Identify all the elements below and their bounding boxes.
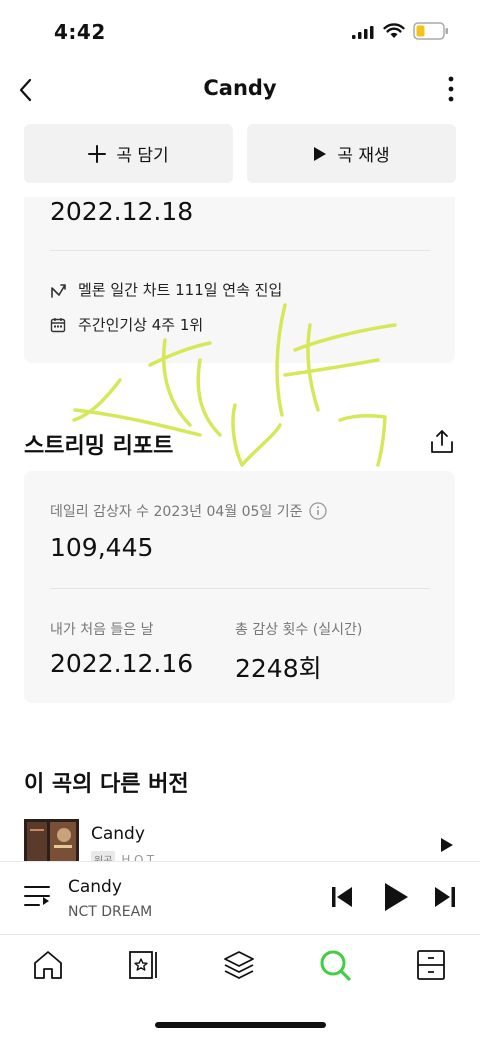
play-icon[interactable] xyxy=(383,882,409,912)
add-song-label: 곡 담기 xyxy=(116,146,169,166)
play-icon xyxy=(313,146,327,162)
daily-listeners-label: 데일리 감상자 수 2023년 04월 05일 기준 xyxy=(50,501,327,521)
nav-bar: Candy xyxy=(0,62,480,118)
streaming-report-title: 스트리밍 리포트 xyxy=(24,434,174,459)
more-options-icon[interactable] xyxy=(438,74,464,104)
chart-streak-row: 멜론 일간 차트 111일 연속 진입 xyxy=(50,279,282,300)
page-title: Candy xyxy=(203,76,277,100)
play-song-label: 곡 재생 xyxy=(337,146,390,166)
trend-arrow-icon xyxy=(50,281,68,299)
layers-icon[interactable] xyxy=(222,948,256,982)
first-listen-label: 내가 처음 들은 날 xyxy=(50,622,154,638)
tab-bar xyxy=(0,936,480,1006)
wifi-icon xyxy=(383,23,405,38)
now-playing-artist: NCT DREAM xyxy=(68,904,153,920)
battery-icon xyxy=(413,22,448,40)
search-icon[interactable] xyxy=(318,948,352,982)
divider xyxy=(50,588,430,589)
home-icon[interactable] xyxy=(31,948,65,982)
playlist-icon[interactable] xyxy=(24,884,50,908)
play-song-button[interactable]: 곡 재생 xyxy=(247,124,456,183)
version-artist: H.O.T. xyxy=(121,852,157,862)
share-icon[interactable] xyxy=(429,428,455,456)
song-info-card: 2022.12.18 멜론 일간 차트 111일 연속 진입 주간인기상 4주 … xyxy=(24,197,455,363)
version-subtitle: 원곡 H.O.T. xyxy=(91,851,157,861)
play-icon[interactable] xyxy=(440,837,454,853)
total-plays-label: 총 감상 횟수 (실시간) xyxy=(235,622,363,638)
album-art xyxy=(24,819,79,861)
total-plays-value: 2248회 xyxy=(235,654,322,683)
other-versions-title: 이 곡의 다른 버전 xyxy=(24,772,189,797)
daily-listeners-value: 109,445 xyxy=(50,533,154,562)
library-icon[interactable] xyxy=(127,948,161,982)
home-indicator xyxy=(155,1022,326,1028)
streaming-report-card: 데일리 감상자 수 2023년 04월 05일 기준 109,445 내가 처음… xyxy=(24,471,455,703)
add-song-button[interactable]: 곡 담기 xyxy=(24,124,233,183)
drawer-icon[interactable] xyxy=(414,948,448,982)
mini-player[interactable]: Candy NCT DREAM xyxy=(0,861,480,935)
release-date: 2022.12.18 xyxy=(50,197,194,226)
calendar-icon xyxy=(50,317,68,333)
original-badge: 원곡 xyxy=(91,851,116,861)
status-bar: 4:42 xyxy=(0,0,480,62)
daily-listeners-label-text: 데일리 감상자 수 2023년 04월 05일 기준 xyxy=(50,504,303,520)
plus-icon xyxy=(88,144,107,163)
status-time: 4:42 xyxy=(54,20,106,44)
divider xyxy=(50,250,430,251)
first-listen-value: 2022.12.16 xyxy=(50,649,194,678)
weekly-award-row: 주간인기상 4주 1위 xyxy=(50,314,203,335)
weekly-award-text: 주간인기상 4주 1위 xyxy=(78,316,204,334)
info-icon[interactable] xyxy=(308,502,327,520)
now-playing-title: Candy xyxy=(68,877,122,897)
chart-streak-text: 멜론 일간 차트 111일 연속 진입 xyxy=(78,281,283,299)
next-track-icon[interactable] xyxy=(434,886,456,908)
list-item[interactable]: Candy 원곡 H.O.T. xyxy=(24,817,456,861)
cellular-signal-icon xyxy=(352,26,374,39)
version-title: Candy xyxy=(91,824,145,844)
previous-track-icon[interactable] xyxy=(331,886,353,908)
